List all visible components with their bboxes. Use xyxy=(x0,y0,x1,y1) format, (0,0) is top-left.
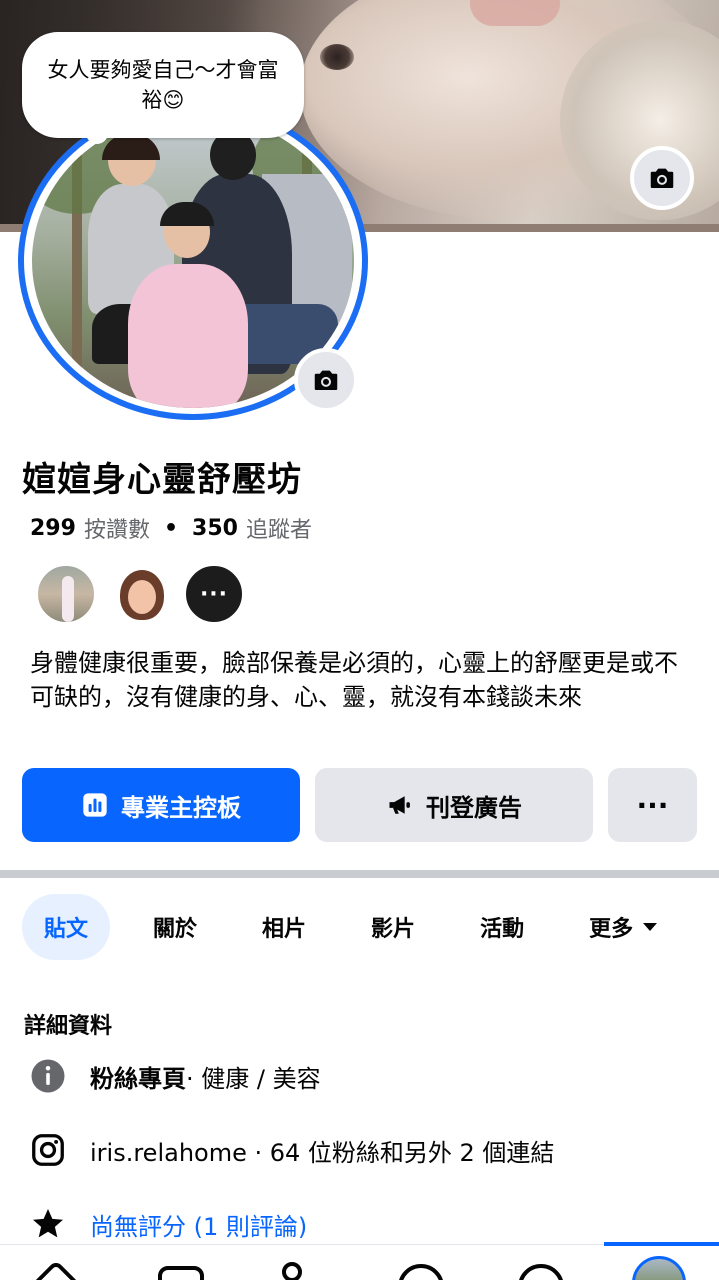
instagram-icon xyxy=(28,1130,68,1170)
page-type: 粉絲專頁 xyxy=(90,1064,186,1093)
follower-avatars[interactable]: ··· xyxy=(36,564,244,624)
profile-tabs: 貼文 關於 相片 影片 活動 更多 xyxy=(22,894,679,960)
tab-about[interactable]: 關於 xyxy=(131,894,219,960)
followers-count: 350 xyxy=(192,515,238,541)
professional-dashboard-label: 專業主控板 xyxy=(121,793,241,822)
caret-down-icon xyxy=(643,923,658,931)
tab-photos[interactable]: 相片 xyxy=(240,894,328,960)
instagram-handle: iris.relahome · 64 位粉絲和另外 2 個連結 xyxy=(90,1138,555,1167)
follower-avatar[interactable] xyxy=(110,564,170,624)
tab-label: 更多 xyxy=(589,917,634,942)
likes-label: 按讚數 xyxy=(83,518,150,543)
edit-cover-photo-button[interactable] xyxy=(630,146,694,210)
page-category-row[interactable]: 粉絲專頁 · 健康 / 美容 xyxy=(28,1056,321,1096)
follower-avatar[interactable] xyxy=(36,564,96,624)
tab-more[interactable]: 更多 xyxy=(567,894,679,960)
tab-label: 關於 xyxy=(153,917,198,942)
instagram-link-row[interactable]: iris.relahome · 64 位粉絲和另外 2 個連結 xyxy=(28,1130,554,1170)
bottom-navigation-bar xyxy=(0,1244,719,1280)
cover-photo-detail xyxy=(320,44,354,70)
megaphone-icon xyxy=(389,796,410,814)
tab-events[interactable]: 活動 xyxy=(458,894,546,960)
cover-photo-detail xyxy=(470,0,560,26)
tab-label: 相片 xyxy=(262,917,307,942)
more-dots-icon: ··· xyxy=(636,788,669,822)
edit-profile-picture-button[interactable] xyxy=(294,348,358,412)
status-note-text: 女人要夠愛自己～才會富裕😊 xyxy=(47,58,279,112)
tab-posts[interactable]: 貼文 xyxy=(22,894,111,960)
more-dots-icon: ··· xyxy=(199,581,229,607)
groups-icon[interactable] xyxy=(282,1262,302,1280)
nav-active-indicator xyxy=(604,1242,719,1246)
star-icon xyxy=(28,1204,68,1244)
likes-count: 299 xyxy=(30,515,76,541)
rating-text: 尚無評分 (1 則評論) xyxy=(90,1212,308,1241)
video-icon[interactable] xyxy=(158,1266,204,1280)
rating-row[interactable]: 尚無評分 (1 則評論) xyxy=(28,1204,307,1244)
more-actions-button[interactable]: ··· xyxy=(608,768,697,842)
followers-label: 追蹤者 xyxy=(245,518,312,543)
tab-label: 影片 xyxy=(371,917,416,942)
professional-dashboard-button[interactable]: 專業主控板 xyxy=(22,768,300,842)
dashboard-chart-icon xyxy=(83,793,107,817)
section-divider xyxy=(0,870,719,878)
status-note-bubble[interactable]: 女人要夠愛自己～才會富裕😊 xyxy=(22,32,304,138)
more-followers-button[interactable]: ··· xyxy=(184,564,244,624)
advertise-label: 刊登廣告 xyxy=(426,793,522,822)
page-category: · 健康 / 美容 xyxy=(186,1064,321,1093)
page-bio: 身體健康很重要，臉部保養是必須的，心靈上的舒壓更是或不可缺的，沒有健康的身、心、… xyxy=(30,649,678,711)
page-name: 媗媗身心靈舒壓坊 xyxy=(22,460,302,500)
stats-separator: • xyxy=(163,515,179,541)
details-heading: 詳細資料 xyxy=(24,1014,113,1039)
advertise-button[interactable]: 刊登廣告 xyxy=(315,768,593,842)
page-stats[interactable]: 299 按讚數 • 350 追蹤者 xyxy=(30,512,312,544)
tab-label: 貼文 xyxy=(44,917,89,942)
camera-icon xyxy=(650,168,674,188)
camera-icon xyxy=(314,370,338,390)
tab-label: 活動 xyxy=(480,917,525,942)
info-icon xyxy=(28,1056,68,1096)
tab-videos[interactable]: 影片 xyxy=(349,894,437,960)
